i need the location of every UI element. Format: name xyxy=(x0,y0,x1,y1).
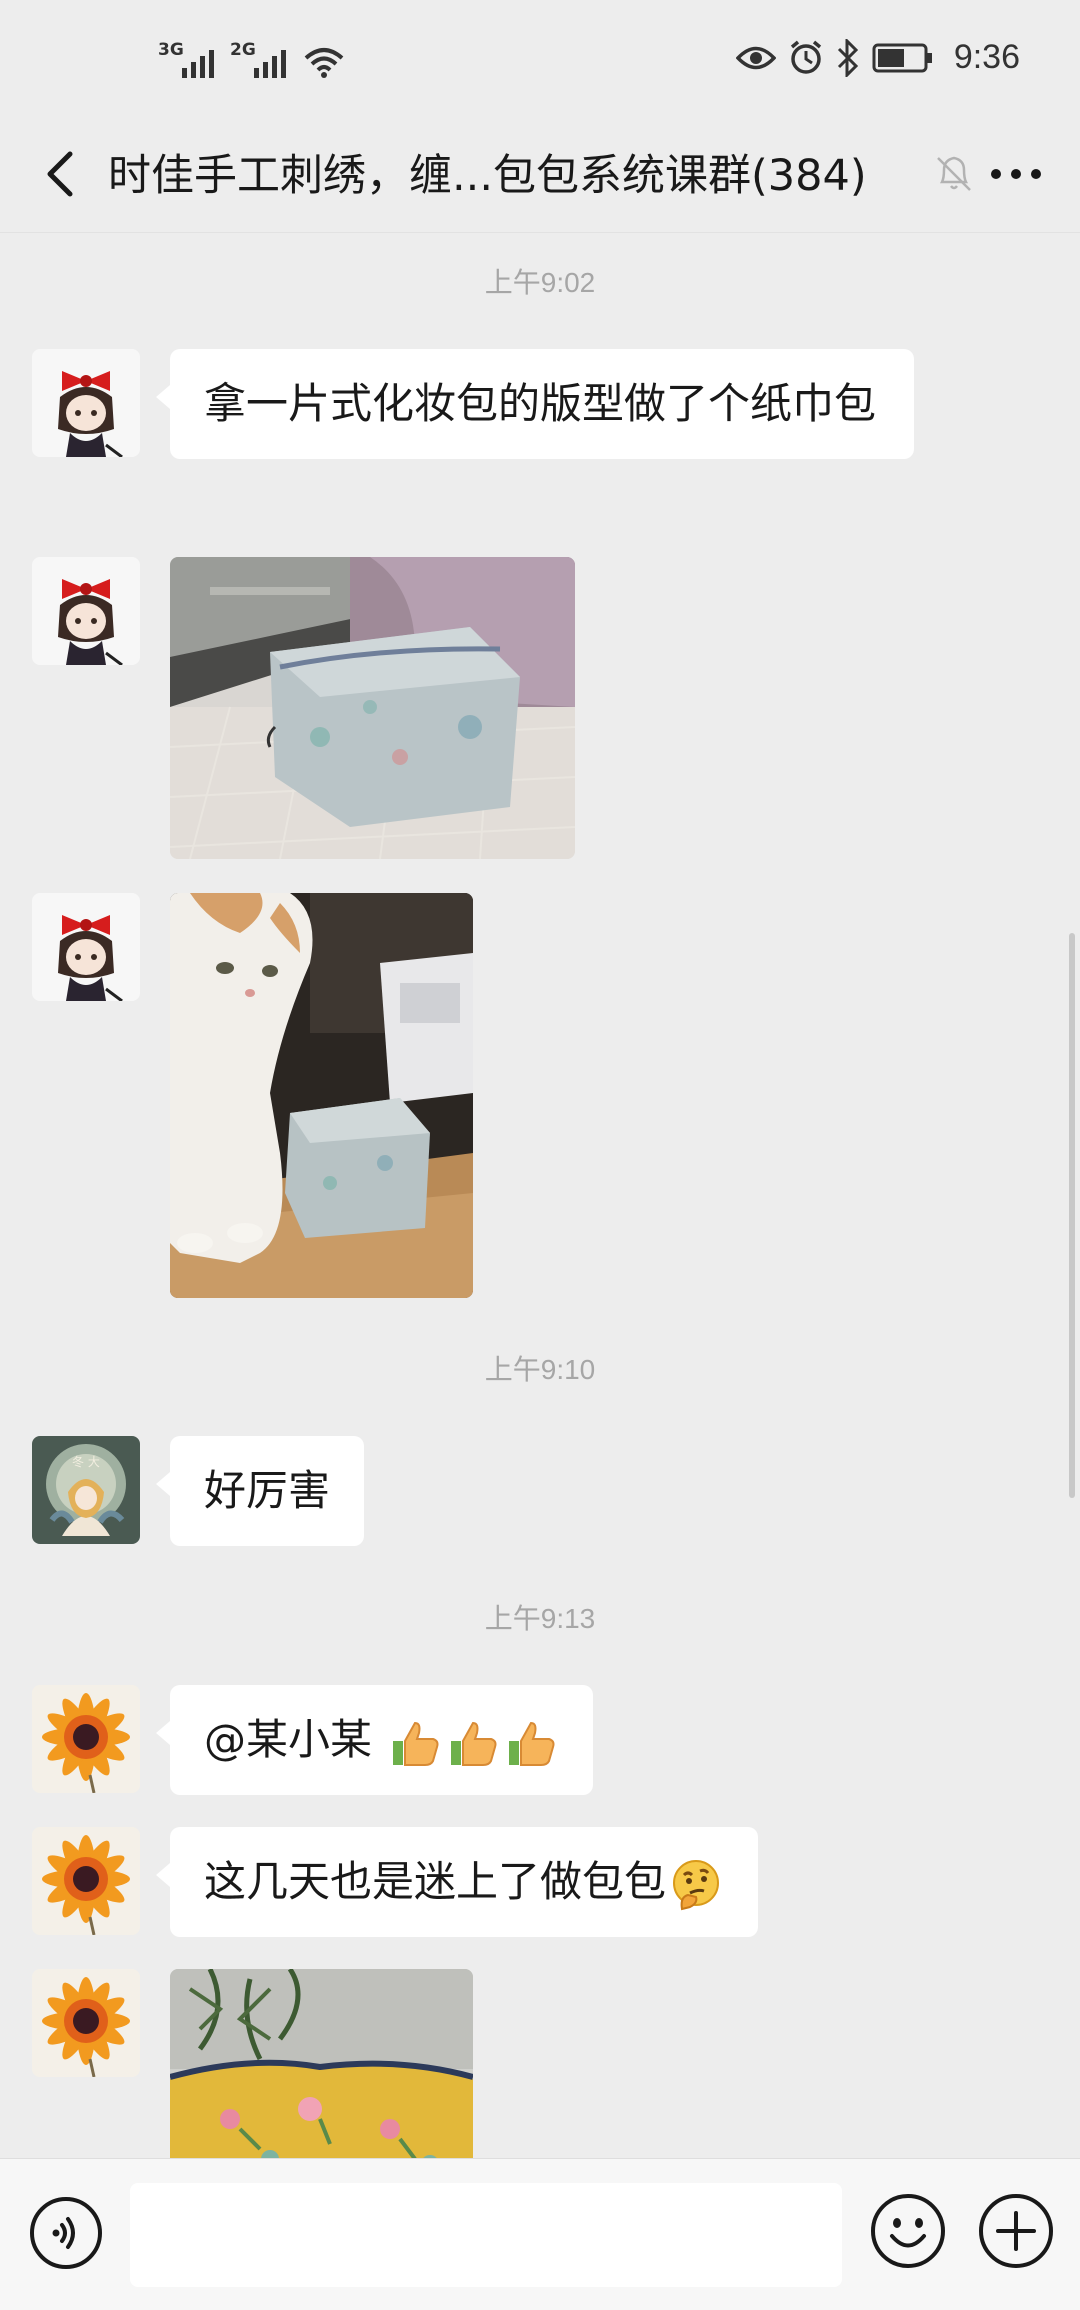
chat-title: 时佳手工刺绣，缠...包包系统课群(384) xyxy=(108,151,867,201)
network-type-label: 3G xyxy=(158,40,184,60)
smiley-icon[interactable] xyxy=(868,2191,948,2271)
signal-icon: 3G xyxy=(158,40,216,80)
bell-off-icon xyxy=(937,156,971,191)
bluetooth-icon xyxy=(837,38,858,77)
message-bubble[interactable]: @某小某 xyxy=(155,1685,594,1795)
timestamp: 上午9:13 xyxy=(484,1603,596,1634)
status-bar: 3G 2G 9:36 xyxy=(0,0,1080,120)
plus-circle-icon[interactable] xyxy=(976,2191,1056,2271)
timestamp: 上午9:02 xyxy=(484,267,596,298)
image-message[interactable] xyxy=(170,893,473,1298)
input-bar xyxy=(0,2158,1080,2310)
more-dots-icon[interactable] xyxy=(976,142,1056,206)
avatar[interactable]: 冬 大 xyxy=(32,1436,140,1544)
message-text: @某小某 xyxy=(204,1715,386,1764)
thinking-emoji xyxy=(673,1859,720,1910)
avatar[interactable] xyxy=(32,1685,140,1793)
timestamp: 上午9:10 xyxy=(484,1354,596,1385)
battery-icon xyxy=(872,43,932,72)
message-text: 拿一片式化妆包的版型做了个纸巾包 xyxy=(204,379,877,428)
message-bubble[interactable]: 拿一片式化妆包的版型做了个纸巾包 xyxy=(156,349,914,459)
svg-text:冬 大: 冬 大 xyxy=(72,1454,100,1469)
wifi-icon xyxy=(304,48,344,78)
scrollbar[interactable] xyxy=(1069,933,1075,1498)
avatar[interactable] xyxy=(32,349,140,457)
image-message[interactable] xyxy=(170,1969,473,2158)
message-bubble[interactable]: 好厉害 xyxy=(155,1436,365,1546)
alarm-icon xyxy=(790,40,821,74)
thumbs-up-emoji xyxy=(451,1721,497,1766)
thumbs-up-emoji xyxy=(509,1721,555,1766)
avatar[interactable] xyxy=(32,893,140,1001)
signal-icon: 2G xyxy=(230,40,288,80)
message-input[interactable] xyxy=(130,2183,842,2287)
network-indicators: 3G 2G xyxy=(158,40,346,80)
thumbs-up-emoji xyxy=(393,1721,439,1766)
avatar[interactable] xyxy=(32,557,140,665)
avatar[interactable] xyxy=(32,1827,140,1935)
voice-icon[interactable] xyxy=(28,2195,104,2271)
message-text: 这几天也是迷上了做包包 xyxy=(204,1857,667,1906)
avatar[interactable] xyxy=(32,1969,140,2077)
message-list[interactable]: 上午9:02 拿一片式化妆包的版型做了个纸巾包 上午9:10 冬 大 好厉害 上… xyxy=(0,233,1080,2158)
message-text: 好厉害 xyxy=(204,1466,331,1515)
message-bubble[interactable]: 这几天也是迷上了做包包 xyxy=(155,1827,759,1937)
network-type-label: 2G xyxy=(230,40,256,60)
chat-header: 时佳手工刺绣，缠...包包系统课群(384) xyxy=(0,120,1080,232)
system-indicators: 9:36 xyxy=(735,38,1020,77)
eye-icon xyxy=(735,46,776,69)
clock: 9:36 xyxy=(953,38,1020,76)
image-message[interactable] xyxy=(170,557,575,859)
chevron-left-icon[interactable] xyxy=(30,142,94,206)
